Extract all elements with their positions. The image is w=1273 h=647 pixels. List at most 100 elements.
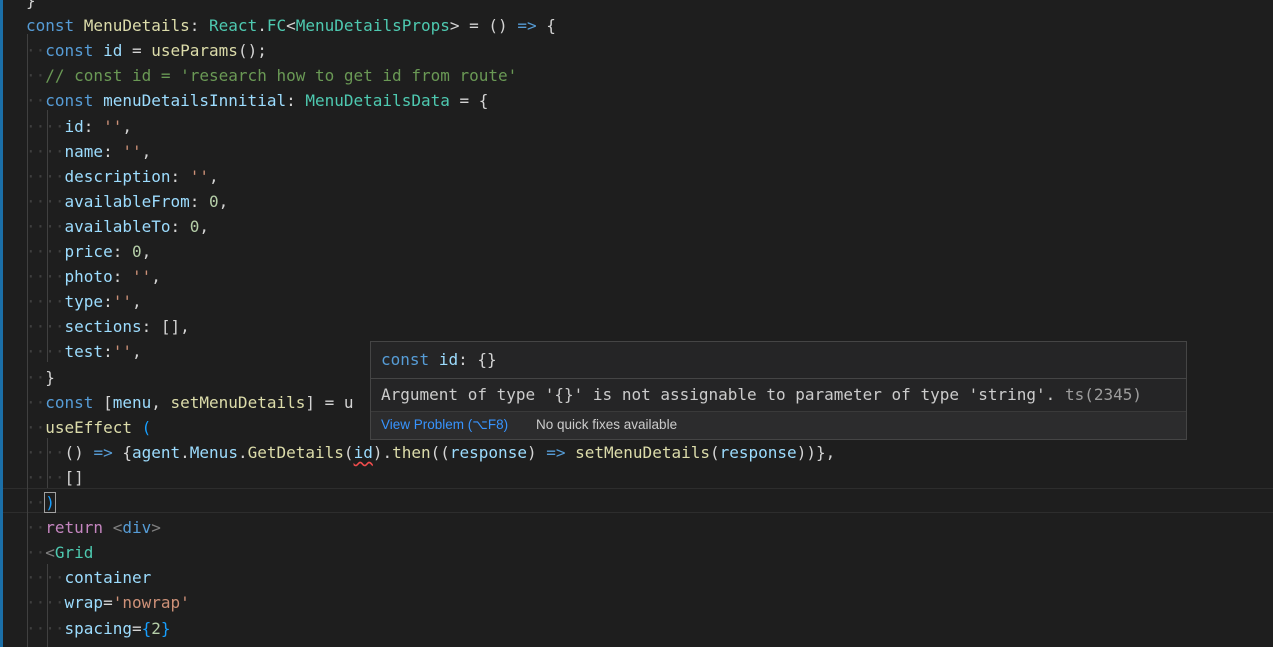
code-line[interactable]: ····name: '', xyxy=(26,139,151,164)
code-editor[interactable]: } const MenuDetails: React.FC<MenuDetails… xyxy=(0,0,1273,647)
code-token: = xyxy=(103,593,113,613)
code-token: return xyxy=(45,518,104,538)
whitespace-marker: ···· xyxy=(26,267,65,287)
code-token: 0 xyxy=(131,242,142,261)
code-token: 'nowrap' xyxy=(112,593,190,613)
code-token: response xyxy=(449,442,527,462)
code-token: : xyxy=(170,216,190,236)
code-line[interactable]: ····description: '', xyxy=(26,164,219,189)
whitespace-marker: ···· xyxy=(26,292,65,312)
code-token: setMenuDetails xyxy=(170,392,306,412)
code-token: // const id = 'research how to get id fr… xyxy=(45,66,518,86)
code-line[interactable]: ··const id = useParams(); xyxy=(26,38,267,63)
code-token: < xyxy=(112,518,123,538)
code-line[interactable]: ··// const id = 'research how to get id … xyxy=(26,63,517,88)
code-token: : xyxy=(112,267,132,287)
whitespace-marker: ·· xyxy=(26,518,46,538)
code-line[interactable]: ····() => {agent.Menus.GetDetails(id).th… xyxy=(26,440,835,465)
code-token: , xyxy=(151,392,171,412)
code-token: : xyxy=(286,91,306,111)
code-line[interactable]: ····availableTo: 0, xyxy=(26,214,209,239)
code-token: const xyxy=(45,41,104,61)
code-token: (); xyxy=(237,41,267,61)
code-line[interactable]: ····availableFrom: 0, xyxy=(26,189,228,214)
code-token: , xyxy=(209,166,219,186)
code-line[interactable]: ··useEffect ( xyxy=(26,415,151,440)
code-token: then xyxy=(392,442,431,462)
code-token: 0 xyxy=(189,216,200,236)
code-token: ( xyxy=(141,417,152,437)
hover-status-bar: View Problem (⌥F8) No quick fixes availa… xyxy=(371,411,1186,439)
code-line[interactable]: ····wrap='nowrap' xyxy=(26,590,190,615)
view-problem-link[interactable]: View Problem (⌥F8) xyxy=(381,417,508,433)
hover-sig-type: : {} xyxy=(458,350,497,369)
code-token: name xyxy=(64,141,104,161)
code-token: ))}, xyxy=(796,442,836,462)
code-token: '' xyxy=(103,116,123,136)
code-token: } xyxy=(26,0,36,10)
whitespace-marker: ···· xyxy=(26,191,65,211)
code-token: [ xyxy=(103,392,113,412)
code-token: id xyxy=(64,116,84,136)
current-line-highlight xyxy=(3,488,1273,513)
code-line[interactable]: ··const [menu, setMenuDetails] = u xyxy=(26,390,354,415)
code-line[interactable]: ····spacing={2} xyxy=(26,616,171,641)
editor-left-bar xyxy=(0,0,3,647)
code-line[interactable]: ····type:'', xyxy=(26,289,142,314)
code-line[interactable]: } xyxy=(26,0,36,13)
code-token: const xyxy=(26,16,84,36)
code-line[interactable]: ····test:'', xyxy=(26,339,142,364)
whitespace-marker: ···· xyxy=(26,141,65,161)
code-line[interactable]: ····price: 0, xyxy=(26,239,151,264)
whitespace-marker: ···· xyxy=(26,342,65,362)
hover-tooltip: const id: {} Argument of type '{}' is no… xyxy=(370,341,1187,440)
code-token: : xyxy=(112,242,132,261)
code-token: const xyxy=(45,91,104,111)
code-line[interactable]: ··<Grid xyxy=(26,540,93,565)
code-token: = { xyxy=(449,91,489,111)
whitespace-marker: ·· xyxy=(26,543,46,563)
code-token: agent xyxy=(131,442,181,462)
code-token: , xyxy=(131,342,142,362)
code-token: (( xyxy=(430,442,450,462)
whitespace-marker: ···· xyxy=(26,216,65,236)
code-line[interactable]: ··) xyxy=(26,490,56,515)
code-token: () xyxy=(64,442,94,462)
whitespace-marker: ···· xyxy=(26,467,65,487)
code-line[interactable]: ··} xyxy=(26,365,55,390)
code-token: < xyxy=(286,16,296,36)
error-code: ts(2345) xyxy=(1064,385,1142,404)
code-token: availableFrom xyxy=(64,191,190,211)
code-token: type xyxy=(64,292,104,312)
code-token: price xyxy=(64,242,113,261)
code-line[interactable]: ····container xyxy=(26,565,151,590)
code-token: , xyxy=(122,116,132,136)
code-token: '' xyxy=(122,141,142,161)
code-line[interactable]: ··return <div> xyxy=(26,515,161,540)
code-token: : xyxy=(103,342,113,362)
code-token: : xyxy=(83,116,104,136)
code-token: Grid xyxy=(54,543,94,563)
code-token: () xyxy=(488,16,518,36)
code-token: ) xyxy=(44,492,56,513)
code-line[interactable]: ····[] xyxy=(26,465,84,490)
code-line[interactable]: ····photo: '', xyxy=(26,264,161,289)
code-token: , xyxy=(151,267,161,287)
code-token: : xyxy=(103,292,113,312)
code-token: spacing xyxy=(64,618,132,638)
code-token: : xyxy=(103,141,123,161)
code-line[interactable]: ··const menuDetailsInnitial: MenuDetails… xyxy=(26,88,488,113)
code-token: div xyxy=(122,518,152,538)
code-line[interactable]: ····id: '', xyxy=(26,114,132,139)
code-token: . xyxy=(180,442,190,462)
hover-sig-keyword: const xyxy=(381,350,430,369)
hover-sig-name: id xyxy=(438,350,459,369)
code-line[interactable]: ····sections: [], xyxy=(26,314,190,339)
code-line[interactable]: const MenuDetails: React.FC<MenuDetailsP… xyxy=(26,13,556,38)
whitespace-marker: ···· xyxy=(26,442,65,462)
code-token: menuDetailsInnitial xyxy=(103,91,287,111)
code-token: < xyxy=(45,543,55,563)
code-token: { xyxy=(536,16,556,36)
code-token: } xyxy=(160,618,171,638)
